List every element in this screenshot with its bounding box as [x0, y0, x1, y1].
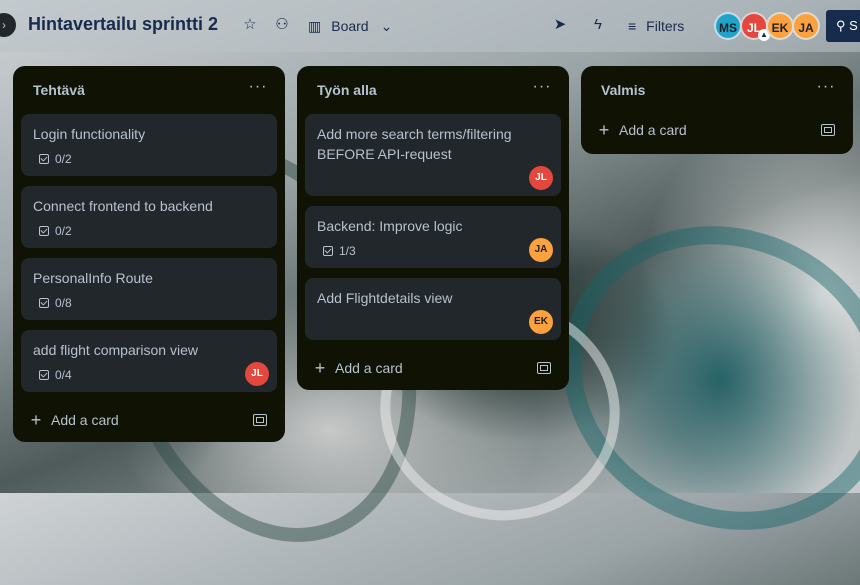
card-title: Backend: Improve logic: [317, 218, 463, 234]
checklist-icon: [39, 370, 49, 380]
list-title[interactable]: Tehtävä: [33, 82, 85, 98]
list-title[interactable]: Työn alla: [317, 82, 377, 98]
filters-label: Filters: [646, 18, 685, 34]
chevron-down-icon[interactable]: ⌄: [381, 18, 393, 35]
plus-icon: +: [30, 410, 42, 430]
filter-icon: ≡: [628, 18, 637, 34]
checklist-count: 0/4: [55, 368, 72, 382]
card[interactable]: PersonalInfo Route 0/8: [21, 258, 277, 320]
more-options-icon[interactable]: ···: [247, 78, 269, 98]
checklist-icon: [39, 154, 49, 164]
add-card-button[interactable]: + Add a card: [29, 410, 119, 430]
board-header: › Hintavertailu sprintti 2 ☆ ⚇ ▥ Board ⌄…: [0, 0, 860, 52]
filters-button[interactable]: ≡ Filters: [628, 14, 684, 38]
card-member-avatar[interactable]: EK: [529, 310, 553, 334]
card-title: Add Flightdetails view: [317, 290, 453, 306]
checklist-badge: 0/2: [39, 224, 72, 238]
avatar[interactable]: JA: [792, 12, 820, 40]
power-ups-icon[interactable]: ➤: [549, 14, 571, 36]
card-title: PersonalInfo Route: [33, 270, 153, 286]
board-title[interactable]: Hintavertailu sprintti 2: [28, 14, 218, 35]
checklist-badge: 0/2: [39, 152, 72, 166]
card-title: Connect frontend to backend: [33, 198, 213, 214]
card-member-avatar[interactable]: JA: [529, 238, 553, 262]
checklist-icon: [323, 246, 333, 256]
checklist-count: 0/2: [55, 224, 72, 238]
card-title: Login functionality: [33, 126, 146, 142]
add-card-button[interactable]: + Add a card: [597, 120, 687, 140]
share-label: S: [849, 18, 858, 33]
avatar[interactable]: EK: [766, 12, 794, 40]
board-view-switcher[interactable]: ▥ Board ⌄: [308, 14, 392, 38]
card-title: add flight comparison view: [33, 342, 198, 358]
avatar[interactable]: JL ▲: [740, 12, 770, 41]
list-title[interactable]: Valmis: [601, 82, 645, 98]
list-valmis: Valmis ··· + Add a card: [581, 66, 853, 154]
sidebar-toggle-button[interactable]: ›: [0, 13, 16, 37]
add-card-label: Add a card: [619, 122, 687, 138]
checklist-badge: 0/4: [39, 368, 72, 382]
card-template-icon[interactable]: [821, 124, 835, 136]
more-options-icon[interactable]: ···: [531, 78, 553, 98]
card[interactable]: Add Flightdetails view EK: [305, 278, 561, 340]
list-tyon-alla: Työn alla ··· Add more search terms/filt…: [297, 66, 569, 390]
checklist-badge: 0/8: [39, 296, 72, 310]
card-template-icon[interactable]: [537, 362, 551, 374]
list-tehtava: Tehtävä ··· Login functionality 0/2 Conn…: [13, 66, 285, 442]
add-card-label: Add a card: [51, 412, 119, 428]
card-member-avatar[interactable]: JL: [529, 166, 553, 190]
checklist-count: 1/3: [339, 244, 356, 258]
card-member-avatar[interactable]: JL: [245, 362, 269, 386]
automation-icon[interactable]: ϟ: [587, 14, 609, 36]
card-title: Add more search terms/filtering BEFORE A…: [317, 126, 512, 162]
card[interactable]: add flight comparison view 0/4 JL: [21, 330, 277, 392]
checklist-badge: 1/3: [323, 244, 356, 258]
checklist-count: 0/2: [55, 152, 72, 166]
add-card-label: Add a card: [335, 360, 403, 376]
card-template-icon[interactable]: [253, 414, 267, 426]
card[interactable]: Connect frontend to backend 0/2: [21, 186, 277, 248]
board-view-icon: ▥: [308, 17, 322, 34]
plus-icon: +: [314, 358, 326, 378]
card[interactable]: Backend: Improve logic 1/3 JA: [305, 206, 561, 268]
checklist-icon: [39, 298, 49, 308]
share-button[interactable]: ⚲ S: [826, 10, 860, 42]
avatar[interactable]: MS: [714, 12, 742, 40]
more-options-icon[interactable]: ···: [815, 78, 837, 98]
checklist-icon: [39, 226, 49, 236]
add-member-icon: ⚲: [836, 18, 846, 33]
checklist-count: 0/8: [55, 296, 72, 310]
add-card-button[interactable]: + Add a card: [313, 358, 403, 378]
board-view-label: Board: [331, 18, 369, 34]
plus-icon: +: [598, 120, 610, 140]
workspace-visibility-icon[interactable]: ⚇: [271, 14, 293, 36]
card[interactable]: Add more search terms/filtering BEFORE A…: [305, 114, 561, 196]
star-icon[interactable]: ☆: [239, 14, 261, 36]
card[interactable]: Login functionality 0/2: [21, 114, 277, 176]
